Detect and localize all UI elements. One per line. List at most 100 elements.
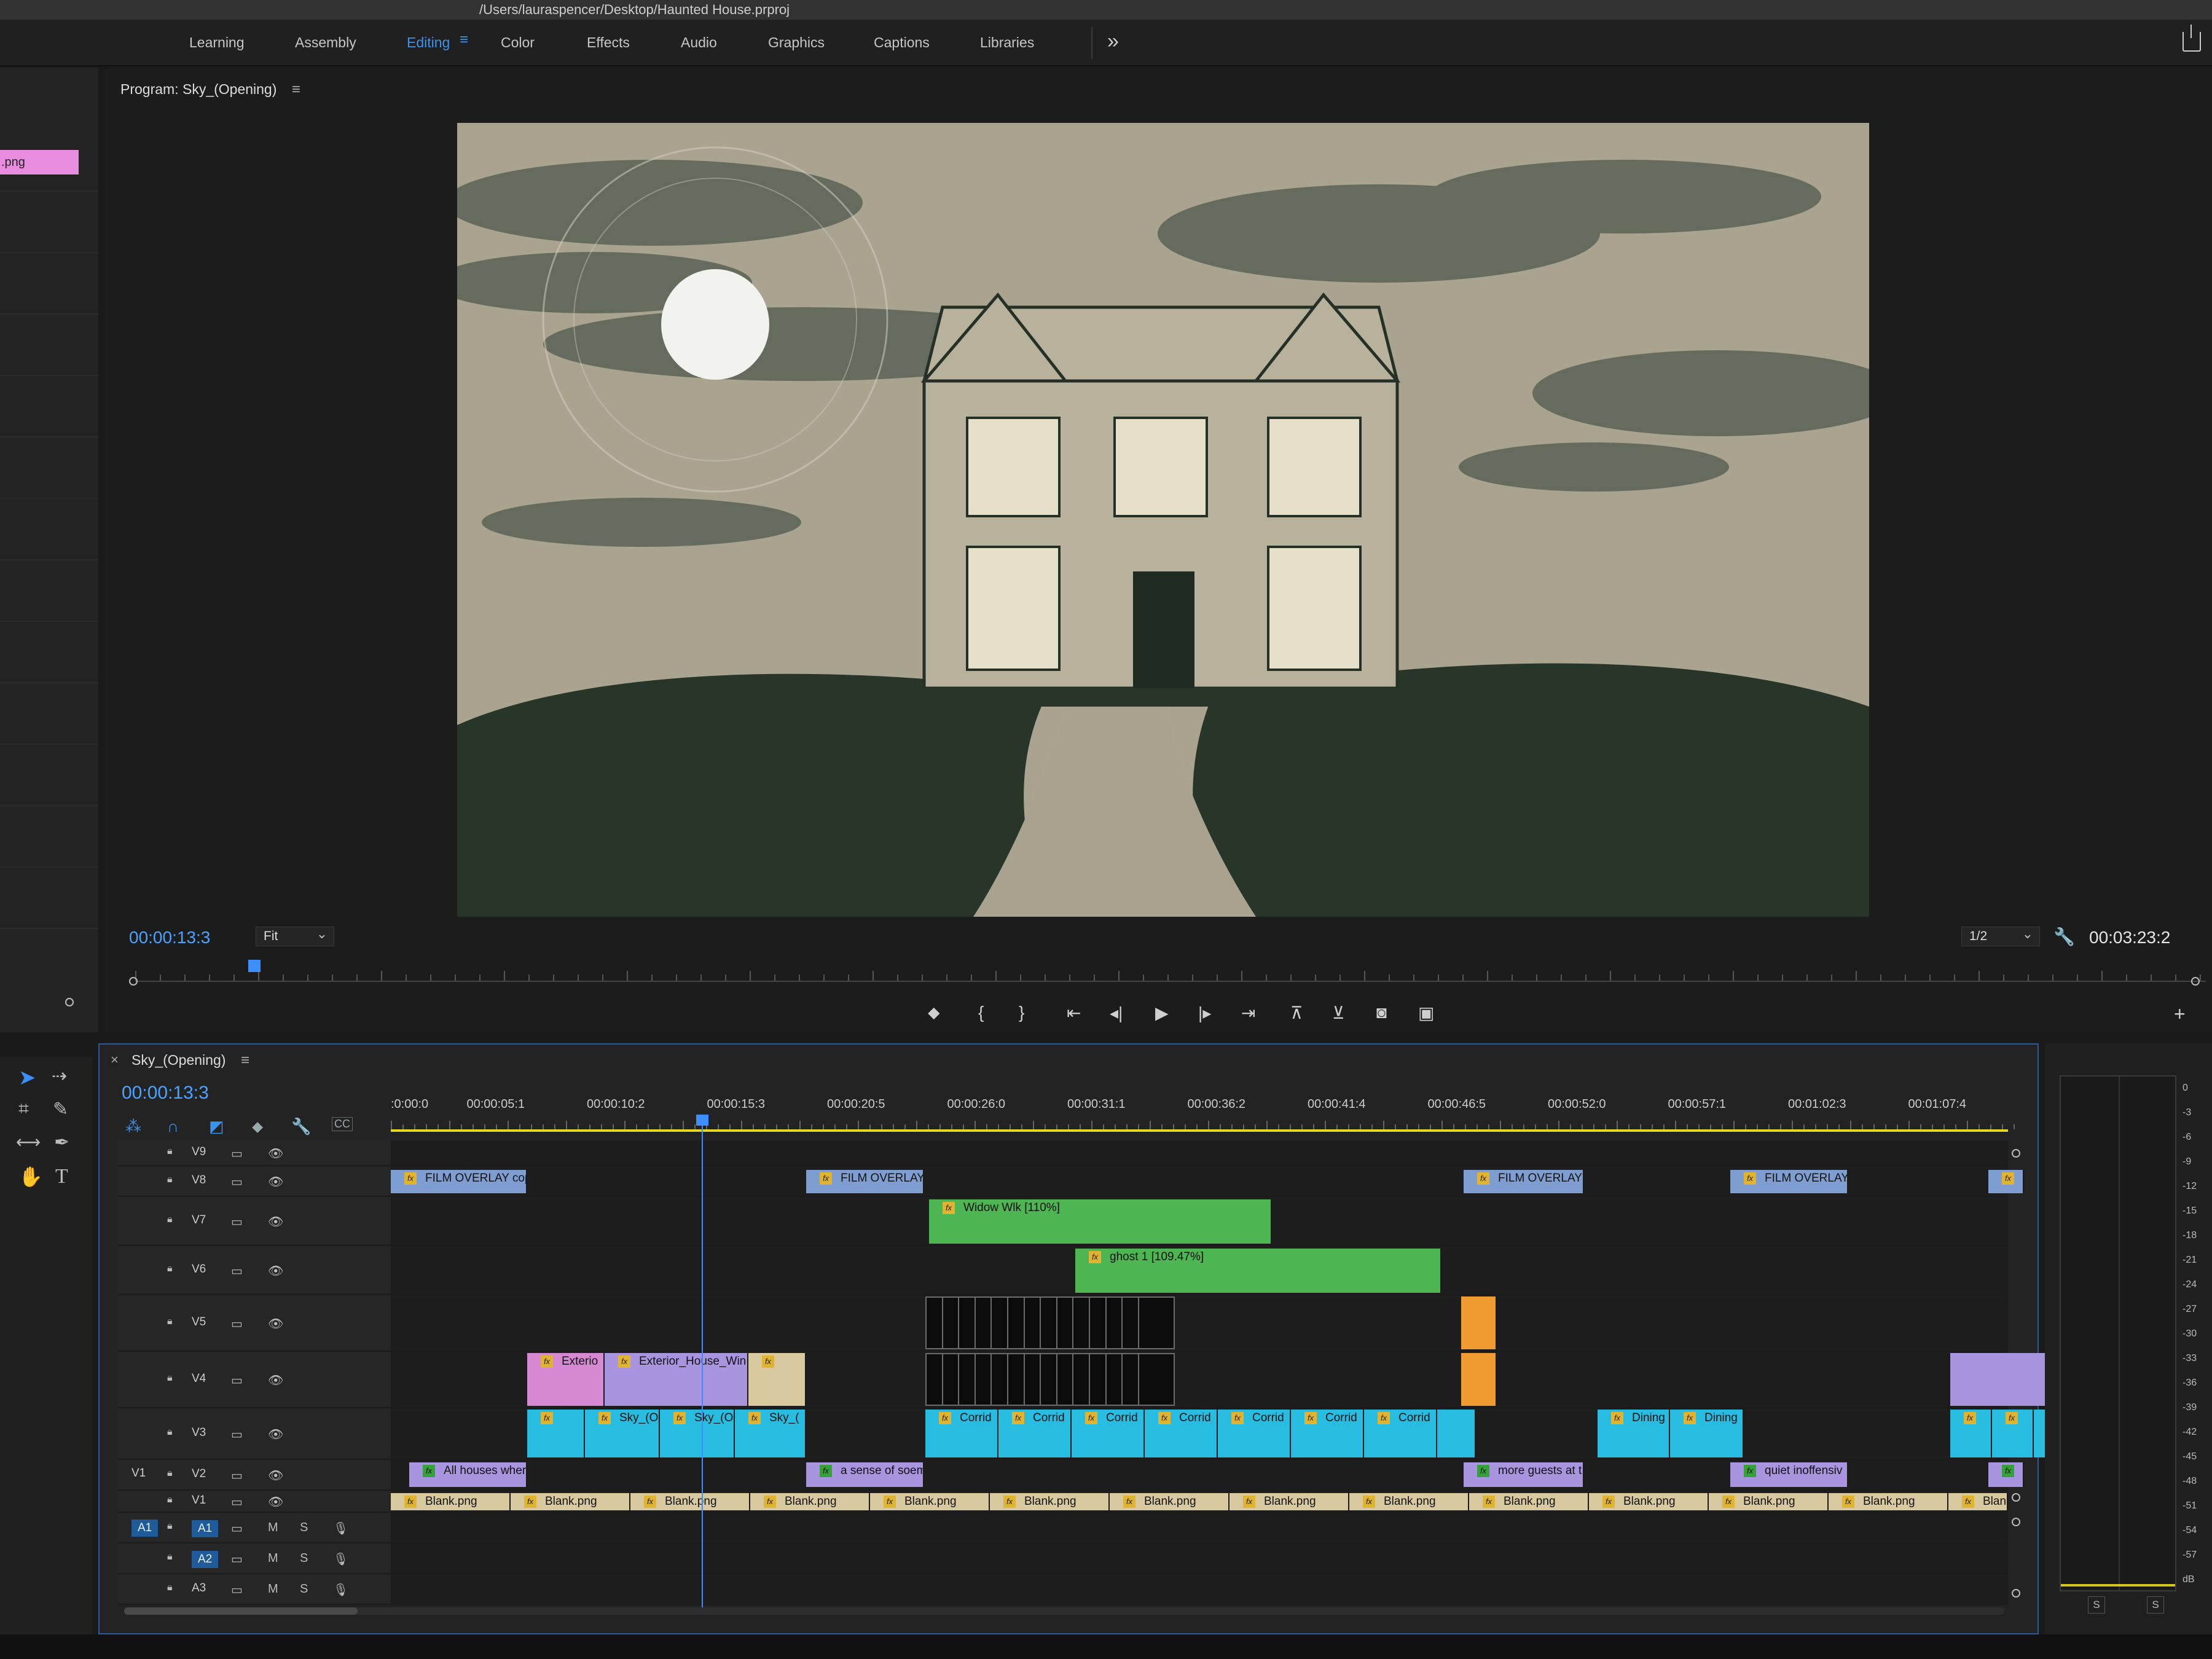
track-name[interactable]: V6 [192, 1263, 206, 1276]
toggle-sync-lock-icon[interactable]: ▭ [231, 1316, 243, 1332]
toggle-sync-lock-icon[interactable]: ▭ [231, 1494, 243, 1510]
clip-v1[interactable]: fx Blank.png [1709, 1493, 1829, 1510]
tab-audio[interactable]: Audio [681, 34, 717, 51]
marker-icon[interactable]: ⬥ [928, 1003, 940, 1023]
eye-icon[interactable]: 👁︎ [268, 1146, 283, 1161]
clip-v6[interactable]: fx ghost 1 [109.47%] [1075, 1249, 1441, 1293]
clip-v3[interactable]: fx [1950, 1410, 1992, 1457]
clip-v1[interactable]: fx Blank.png [750, 1493, 870, 1510]
program-playhead[interactable] [248, 960, 261, 972]
track-name[interactable]: V3 [192, 1426, 206, 1440]
timeline-settings-icon[interactable]: 🔧 [291, 1117, 311, 1136]
source-patch-a1[interactable]: A1 [131, 1520, 159, 1537]
timeline-timecode[interactable]: 00:00:13:3 [122, 1083, 209, 1104]
clip-v4[interactable] [1137, 1353, 1175, 1406]
clip-v3[interactable]: fx Corrid [1291, 1410, 1364, 1457]
linked-selection-icon[interactable]: ◩ [209, 1117, 224, 1136]
clip-v2[interactable]: fx [1988, 1462, 2024, 1487]
program-timecode[interactable]: 00:00:13:3 [129, 928, 210, 947]
eye-icon[interactable]: 👁︎ [268, 1427, 283, 1442]
ripple-edit-tool-icon[interactable]: ⌗ [18, 1099, 29, 1120]
track-lock-icon[interactable]: 🔒︎ [167, 1214, 173, 1225]
mute-button[interactable]: M [268, 1521, 278, 1535]
resolution-dropdown[interactable]: 1/2 [1961, 925, 2040, 946]
track-lock-icon[interactable]: 🔒︎ [167, 1373, 173, 1384]
vertical-scroll-top-handle[interactable] [2012, 1149, 2020, 1158]
track-name[interactable]: V9 [192, 1145, 206, 1159]
go-to-in-icon[interactable]: ⇤ [1067, 1003, 1081, 1023]
eye-icon[interactable]: 👁︎ [268, 1373, 283, 1388]
clip-v3[interactable]: fx Corrid [925, 1410, 998, 1457]
track-select-tool-icon[interactable]: ⇢ [52, 1065, 67, 1087]
selection-tool-icon[interactable]: ➤ [18, 1065, 36, 1090]
workspace-menu-icon[interactable]: ≡ [460, 33, 474, 48]
solo-button[interactable]: S [300, 1582, 308, 1596]
toggle-sync-lock-icon[interactable]: ▭ [231, 1214, 243, 1230]
track-lock-icon[interactable]: 🔒︎ [167, 1174, 173, 1185]
slip-tool-icon[interactable]: ⟷ [16, 1132, 41, 1152]
clip-v2[interactable]: fx All houses wher [409, 1462, 527, 1487]
clip-v2[interactable]: fx more guests at t [1464, 1462, 1584, 1487]
wrench-icon[interactable]: 🔧 [2053, 927, 2075, 947]
clip-v3[interactable]: fx [1992, 1410, 2034, 1457]
out-icon[interactable]: } [1019, 1003, 1024, 1022]
track-name[interactable]: V4 [192, 1372, 206, 1386]
track-name[interactable]: V8 [192, 1174, 206, 1187]
clip-v3[interactable]: fx Corrid [1218, 1410, 1291, 1457]
horizontal-scroll-thumb[interactable] [124, 1607, 358, 1615]
mute-button[interactable]: M [268, 1551, 278, 1566]
lift-icon[interactable]: ⊼ [1290, 1003, 1303, 1023]
eye-icon[interactable]: 👁︎ [268, 1174, 283, 1190]
more-workspaces-button[interactable]: » [1107, 29, 1119, 53]
track-name[interactable]: V1 [192, 1494, 206, 1507]
close-icon[interactable]: × [111, 1052, 119, 1068]
toggle-sync-lock-icon[interactable]: ▭ [231, 1146, 243, 1161]
mute-button[interactable]: M [268, 1582, 278, 1596]
tab-graphics[interactable]: Graphics [768, 34, 825, 51]
track-row-a1[interactable] [391, 1513, 2008, 1543]
toggle-sync-lock-icon[interactable]: ▭ [231, 1373, 243, 1388]
clip-v3[interactable]: fx Corrid [1145, 1410, 1218, 1457]
track-name[interactable]: A2 [192, 1551, 219, 1568]
tab-captions[interactable]: Captions [874, 34, 930, 51]
razor-tool-icon[interactable]: ✎ [53, 1099, 68, 1120]
clip-v2[interactable]: fx a sense of soem [806, 1462, 924, 1487]
track-lock-icon[interactable]: 🔒︎ [167, 1316, 173, 1327]
clip-v7[interactable]: fx Widow Wlk [110%] [929, 1199, 1272, 1244]
clip-v3[interactable]: fx Sky_(O [585, 1410, 660, 1457]
program-zoom-start-handle[interactable] [129, 977, 138, 986]
eye-icon[interactable]: 👁︎ [268, 1263, 283, 1279]
program-zoom-end-handle[interactable] [2191, 977, 2200, 986]
track-name[interactable]: V2 [192, 1467, 206, 1481]
track-row-v5[interactable] [391, 1295, 2008, 1352]
clip-v4[interactable]: fx [748, 1353, 806, 1406]
track-output-icon[interactable]: ▭ [231, 1521, 243, 1536]
clip-v3[interactable]: fx Sky_( [735, 1410, 806, 1457]
solo-button[interactable]: S [300, 1521, 308, 1535]
toggle-sync-lock-icon[interactable]: ▭ [231, 1427, 243, 1442]
solo-button[interactable]: S [300, 1551, 308, 1566]
timeline-playhead-line[interactable] [702, 1115, 703, 1612]
horizontal-scrollbar[interactable] [124, 1607, 2004, 1615]
clip-v1[interactable]: fx Blank.png [1469, 1493, 1589, 1510]
solo-right-button[interactable]: S [2147, 1596, 2164, 1614]
clip-v8[interactable]: fx FILM OVERLAY cop [391, 1170, 527, 1193]
clip-v3[interactable]: fx Corrid [998, 1410, 1072, 1457]
step-back-icon[interactable]: ◂| [1110, 1003, 1123, 1023]
go-to-out-icon[interactable]: ⇥ [1241, 1003, 1255, 1023]
project-clip-item[interactable]: .png [0, 150, 79, 175]
clip-v1[interactable]: fx Blank.p [1948, 1493, 2008, 1510]
track-output-icon[interactable]: ▭ [231, 1582, 243, 1598]
eye-icon[interactable]: 👁︎ [268, 1316, 283, 1332]
type-tool-icon[interactable]: T [55, 1165, 68, 1188]
track-output-icon[interactable]: ▭ [231, 1551, 243, 1567]
track-lock-icon[interactable]: 🔒︎ [167, 1582, 173, 1593]
clip-v4[interactable]: fx Exterio [527, 1353, 605, 1406]
clip-v3[interactable] [1437, 1410, 1476, 1457]
eye-icon[interactable]: 👁︎ [268, 1468, 283, 1483]
clip-v4[interactable] [1461, 1353, 1497, 1406]
clip-v1[interactable]: fx Blank.png [1349, 1493, 1469, 1510]
clip-v8[interactable]: fx FILM OVERLAY [1730, 1170, 1848, 1193]
clip-v3[interactable]: fx Dining [1670, 1410, 1744, 1457]
project-zoom-handle[interactable] [65, 998, 74, 1006]
